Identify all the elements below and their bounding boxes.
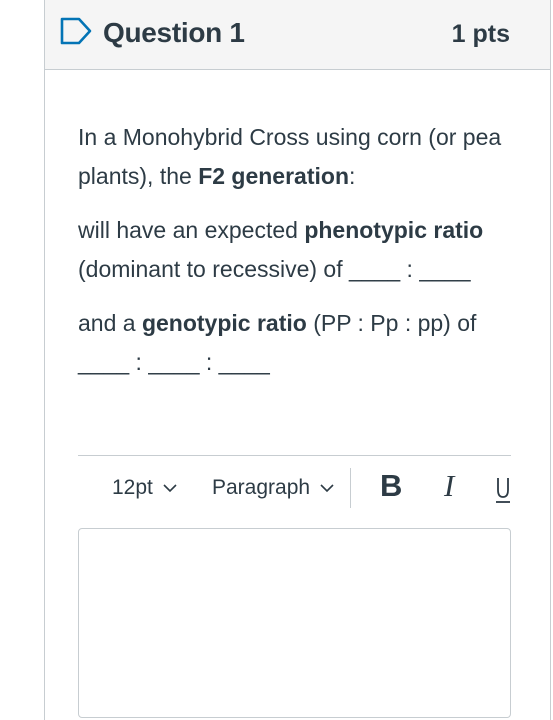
chevron-down-icon xyxy=(163,483,177,492)
editor-divider xyxy=(78,455,511,456)
text-run: will have an expected xyxy=(78,217,305,243)
answer-editor[interactable] xyxy=(78,528,511,718)
text-run: : xyxy=(349,162,356,189)
bold-term-f2-generation: F2 generation xyxy=(198,162,349,189)
underline-button[interactable] xyxy=(495,468,511,508)
question-header: Question 1 1 pts xyxy=(45,0,550,70)
font-size-dropdown[interactable]: 12pt xyxy=(112,476,177,500)
font-size-value: 12pt xyxy=(112,476,153,499)
bold-button[interactable]: B xyxy=(380,468,402,504)
bold-term-phenotypic-ratio: phenotypic ratio xyxy=(304,217,484,243)
flag-question-icon[interactable] xyxy=(59,16,93,46)
question-text: In a Monohybrid Cross using corn (or pea… xyxy=(78,118,518,381)
question-paragraph-2: will have an expected phenotypic ratio (… xyxy=(78,211,518,288)
underline-icon xyxy=(496,478,510,503)
chevron-down-icon xyxy=(320,483,334,492)
toolbar-separator xyxy=(350,468,351,508)
question-paragraph-3: and a genotypic ratio (PP : Pp : pp) of … xyxy=(78,304,518,381)
text-run: (dominant to recessive) of ____ : ____ xyxy=(78,255,471,282)
editor-toolbar: 12pt Paragraph B I xyxy=(78,466,511,512)
question-title: Question 1 xyxy=(103,17,245,48)
block-format-value: Paragraph xyxy=(212,476,311,499)
italic-button[interactable]: I xyxy=(444,468,454,504)
bold-term-genotypic-ratio: genotypic ratio xyxy=(141,310,307,336)
text-run: and a xyxy=(78,310,142,336)
paragraph-format-dropdown[interactable]: Paragraph xyxy=(212,476,334,500)
question-points: 1 pts xyxy=(451,20,510,48)
question-card: Question 1 1 pts In a Monohybrid Cross u… xyxy=(44,0,551,720)
question-paragraph-1: In a Monohybrid Cross using corn (or pea… xyxy=(78,118,518,195)
